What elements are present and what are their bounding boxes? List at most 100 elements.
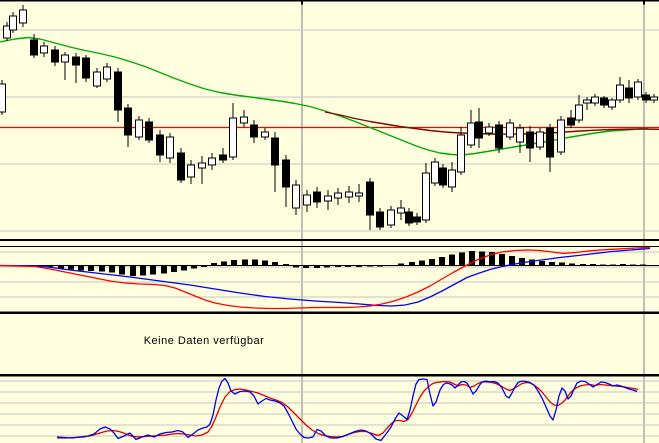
candle-down <box>600 97 608 106</box>
macd-histogram-bar <box>398 263 404 266</box>
macd-histogram-bar <box>231 260 237 266</box>
macd-histogram-bar <box>211 263 217 266</box>
macd-histogram-bar <box>314 265 320 268</box>
macd-histogram-bar <box>539 261 545 266</box>
candle-down <box>156 134 164 156</box>
candle-down <box>145 121 153 141</box>
candle-down <box>124 107 132 136</box>
candle-down <box>114 71 122 111</box>
candle-up <box>208 157 216 166</box>
macd-histogram-bar <box>419 260 425 266</box>
macd-histogram-bar <box>499 254 505 266</box>
candle-down <box>439 167 447 186</box>
candle-down <box>475 121 483 139</box>
macd-histogram-bar <box>439 257 445 266</box>
candle-up <box>135 119 143 138</box>
candle-up <box>229 117 237 158</box>
candle-down <box>271 137 279 166</box>
macd-histogram-bar <box>242 259 248 266</box>
macd-histogram-bar <box>377 265 383 267</box>
macd-histogram-bar <box>409 262 415 266</box>
macd-histogram-bar <box>201 265 207 267</box>
macd-histogram-bar <box>109 265 115 273</box>
candle-up <box>485 126 493 134</box>
candle-up <box>467 122 475 146</box>
macd-histogram-bar <box>293 265 299 268</box>
candle-up <box>583 99 591 104</box>
candle-down <box>82 57 90 79</box>
candle-up <box>198 162 206 169</box>
panel-separator <box>0 246 659 247</box>
macd-histogram-bar <box>221 261 227 266</box>
candle-up <box>397 207 405 214</box>
macd-histogram-bar <box>600 264 606 266</box>
macd-histogram-bar <box>171 265 177 272</box>
macd-histogram-bar <box>119 265 125 275</box>
candle-up <box>591 96 599 104</box>
candle-up <box>261 131 269 138</box>
macd-histogram-bar <box>68 265 74 270</box>
macd-histogram-bar <box>356 265 362 267</box>
macd-histogram-bar <box>181 265 187 271</box>
candle-up <box>387 209 395 226</box>
trading-chart-window: Keine Daten verfügbar <box>0 0 659 443</box>
macd-histogram-bar <box>345 265 351 267</box>
macd-histogram-bar <box>272 262 278 266</box>
candle-up <box>575 104 583 121</box>
macd-histogram-bar <box>161 265 167 274</box>
macd-histogram-bar <box>590 264 596 266</box>
candle-up <box>324 195 332 202</box>
macd-histogram-bar <box>283 264 289 266</box>
candle-down <box>219 154 227 161</box>
candle-down <box>30 39 38 56</box>
candle-down <box>405 211 413 224</box>
candle-up <box>9 15 17 31</box>
candle-up <box>650 96 658 101</box>
candle-down <box>366 181 374 216</box>
panel-separator <box>0 0 659 2</box>
candle-up <box>422 172 430 221</box>
candle-down <box>567 117 575 126</box>
candle-up <box>557 119 565 153</box>
candle-down <box>376 211 384 228</box>
macd-histogram-bar <box>324 265 330 268</box>
macd-histogram-bar <box>569 263 575 266</box>
trading-chart-canvas[interactable] <box>0 0 659 443</box>
candle-up <box>616 84 624 101</box>
panel-separator <box>0 311 659 314</box>
macd-histogram-bar <box>99 265 105 272</box>
macd-histogram-bar <box>88 265 94 271</box>
macd-histogram-bar <box>519 258 525 266</box>
candle-down <box>72 56 80 66</box>
candle-down <box>526 131 534 149</box>
candle-up <box>166 136 174 159</box>
candle-down <box>642 94 650 101</box>
candle-up <box>457 134 465 173</box>
macd-histogram-bar <box>459 252 465 266</box>
candle-down <box>546 127 554 158</box>
macd-histogram-bar <box>559 262 565 266</box>
candle-down <box>51 49 59 63</box>
candle-up <box>608 99 616 108</box>
candle-up <box>334 192 342 199</box>
candle-up <box>103 66 111 80</box>
macd-histogram-bar <box>150 265 156 275</box>
candle-up <box>303 194 311 206</box>
candle-down <box>313 191 321 203</box>
macd-histogram-bar <box>78 265 84 271</box>
macd-histogram-bar <box>335 265 341 267</box>
candle-up <box>506 122 514 138</box>
panel-separator <box>0 374 659 377</box>
panel-separator <box>0 239 659 241</box>
candle-up <box>355 192 363 197</box>
macd-histogram-bar <box>252 259 258 266</box>
candle-down <box>495 124 503 149</box>
macd-histogram-bar <box>610 264 616 266</box>
axis-tick <box>643 0 645 5</box>
macd-histogram-bar <box>549 262 555 266</box>
candle-up <box>0 83 6 113</box>
macd-histogram-bar <box>630 264 636 266</box>
candle-up <box>516 127 524 143</box>
macd-histogram-bar <box>367 265 373 267</box>
candle-down <box>282 159 290 188</box>
